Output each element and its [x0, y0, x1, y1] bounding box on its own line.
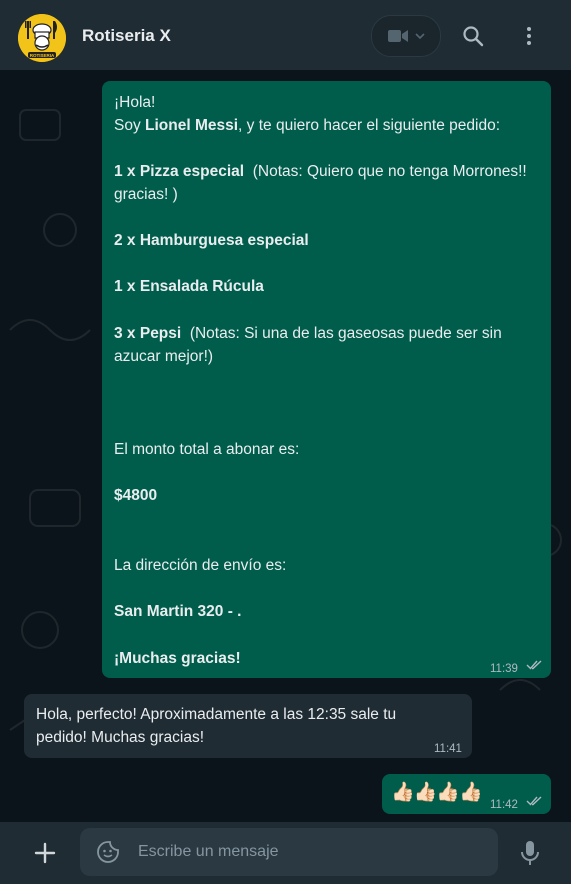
chat-area[interactable]: ¡Hola! Soy Lionel Messi, y te quiero hac…	[0, 70, 571, 822]
message-line: ¡Muchas gracias!	[114, 650, 241, 667]
message-line: Hola, perfecto! Aproximadamente a las 12…	[36, 706, 397, 723]
plus-icon[interactable]	[33, 841, 57, 865]
read-ticks-icon	[526, 796, 542, 806]
total-amount: $4800	[114, 487, 158, 504]
order-item: 1 x Pizza especial (Notas: Quiero que no…	[114, 163, 527, 180]
message-placeholder: Escribe un mensaje	[138, 843, 279, 860]
sticker-icon[interactable]	[96, 840, 120, 864]
microphone-icon[interactable]	[519, 840, 541, 866]
menu-icon[interactable]	[517, 24, 541, 48]
order-item: 2 x Hamburguesa especial	[114, 232, 309, 249]
chat-header: ROTISERIA Rotiseria X	[0, 0, 571, 70]
composer-bar: Escribe un mensaje	[0, 822, 571, 884]
contact-avatar[interactable]: ROTISERIA	[18, 14, 66, 62]
video-call-button[interactable]	[371, 15, 441, 57]
chevron-down-icon	[415, 33, 425, 40]
order-item: 3 x Pepsi (Notas: Si una de las gaseosas…	[114, 325, 502, 342]
logo-text: ROTISERIA	[30, 53, 55, 58]
outgoing-message[interactable]: ¡Hola! Soy Lionel Messi, y te quiero hac…	[102, 81, 551, 678]
message-input[interactable]: Escribe un mensaje	[80, 828, 498, 876]
contact-name[interactable]: Rotiseria X	[82, 26, 171, 46]
video-call-icon	[388, 30, 408, 42]
message-line: La dirección de envío es:	[114, 557, 287, 574]
emoji-text: 👍🏻👍🏻👍🏻👍🏻	[391, 781, 483, 803]
message-time: 11:42	[490, 799, 518, 811]
search-icon[interactable]	[461, 24, 485, 48]
message-line: gracias! )	[114, 186, 178, 203]
message-line: pedido! Muchas gracias!	[36, 729, 205, 746]
message-line: Soy Lionel Messi, y te quiero hacer el s…	[114, 117, 500, 134]
message-time: 11:39	[490, 663, 518, 675]
message-time: 11:41	[434, 743, 462, 755]
message-line: ¡Hola!	[114, 94, 156, 111]
read-ticks-icon	[526, 660, 542, 670]
outgoing-message[interactable]: 👍🏻👍🏻👍🏻👍🏻 11:42	[382, 774, 551, 814]
order-item: 1 x Ensalada Rúcula	[114, 278, 264, 295]
incoming-message[interactable]: Hola, perfecto! Aproximadamente a las 12…	[24, 694, 472, 758]
rotiseria-logo: ROTISERIA	[18, 14, 66, 62]
delivery-address: San Martin 320 - .	[114, 603, 242, 620]
message-line: El monto total a abonar es:	[114, 441, 300, 458]
message-line: azucar mejor!)	[114, 348, 214, 365]
